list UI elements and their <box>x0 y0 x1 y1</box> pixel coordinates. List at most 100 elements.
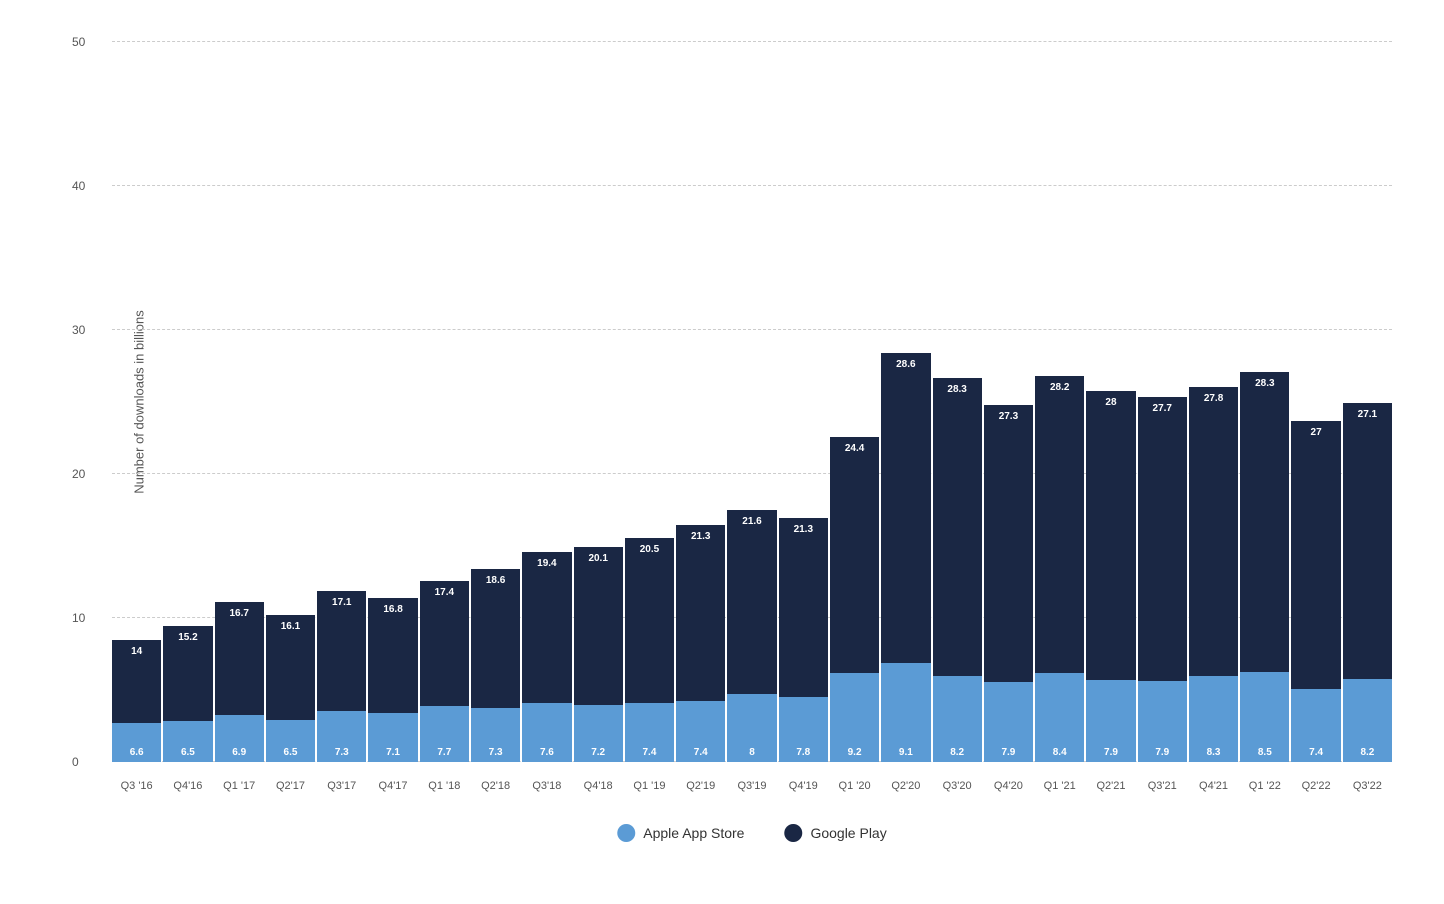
bar-google-label: 19.4 <box>522 558 571 569</box>
bar-google: 20.1 <box>574 547 623 705</box>
legend: Apple App Store Google Play <box>617 824 886 842</box>
x-tick-label: Q2'18 <box>471 780 520 792</box>
bar-apple: 8.3 <box>1189 676 1238 762</box>
x-tick-label: Q2'17 <box>266 780 315 792</box>
bar-google: 19.4 <box>522 552 571 703</box>
bar-apple-label: 7.4 <box>1291 747 1340 758</box>
bar-group: 20.57.4 <box>625 42 674 762</box>
bar-google: 28 <box>1086 391 1135 680</box>
bar-apple-label: 8.3 <box>1189 747 1238 758</box>
bar-apple-label: 6.9 <box>215 747 264 758</box>
bar-apple: 7.3 <box>471 708 520 762</box>
bar-stack: 17.17.3 <box>317 411 366 762</box>
bar-google: 24.4 <box>830 437 879 673</box>
bar-apple-label: 9.2 <box>830 747 879 758</box>
bar-apple: 7.4 <box>625 703 674 762</box>
bar-stack: 146.6 <box>112 465 161 762</box>
chart-area: Number of downloads in billions 146.615.… <box>112 42 1392 762</box>
bar-apple: 7.4 <box>676 701 725 762</box>
bar-group: 28.2 8.4 <box>1035 42 1084 762</box>
bar-group: 28.6 9.1 <box>881 42 930 762</box>
x-tick-label: Q1 '19 <box>625 780 674 792</box>
bar-stack: 27.88.3 <box>1189 242 1238 762</box>
x-tick-label: Q3'17 <box>317 780 366 792</box>
bar-stack: 287.9 <box>1086 245 1135 762</box>
bar-stack: 28.38.5 <box>1240 232 1289 762</box>
bar-google: 28.6 <box>881 353 930 664</box>
bar-google-label: 18.6 <box>471 575 520 586</box>
legend-google: Google Play <box>784 824 886 842</box>
bar-apple: 7.9 <box>1138 681 1187 762</box>
bar-stack: 28.38.2 <box>933 236 982 762</box>
bar-apple-label: 7.3 <box>317 747 366 758</box>
bar-group: 17.47.7 <box>420 42 469 762</box>
bar-group: 21.68 <box>727 42 776 762</box>
bar-google: 27.1 <box>1343 403 1392 679</box>
bar-stack: 21.37.4 <box>676 349 725 762</box>
bar-apple-label: 7.9 <box>984 747 1033 758</box>
bar-apple-label: 7.8 <box>779 747 828 758</box>
bar-google-label: 17.4 <box>420 587 469 598</box>
bar-google: 18.6 <box>471 569 520 708</box>
bar-group: 16.8 7.1 <box>368 42 417 762</box>
bar-group: 21.37.8 <box>779 42 828 762</box>
bar-group: 27.3 7.9 <box>984 42 1033 762</box>
bar-google-label: 27.1 <box>1343 409 1392 420</box>
bar-apple: 8.4 <box>1035 673 1084 762</box>
bar-google-label: 16.8 <box>368 604 417 615</box>
google-legend-label: Google Play <box>810 825 886 841</box>
apple-legend-dot <box>617 824 635 842</box>
bar-google: 15.2 <box>163 626 212 721</box>
bar-apple-label: 7.4 <box>625 747 674 758</box>
bar-apple: 6.5 <box>163 721 212 762</box>
bar-stack: 28.2 8.4 <box>1035 235 1084 762</box>
bar-apple-label: 6.5 <box>266 747 315 758</box>
bar-stack: 277.4 <box>1291 267 1340 762</box>
y-tick-label: 0 <box>72 755 79 769</box>
x-tick-label: Q3'21 <box>1138 780 1187 792</box>
bar-google-label: 28.6 <box>881 359 930 370</box>
bar-apple-label: 9.1 <box>881 747 930 758</box>
bar-stack: 27.3 7.9 <box>984 255 1033 762</box>
bar-google: 27.3 <box>984 405 1033 682</box>
bar-group: 16.1 6.5 <box>266 42 315 762</box>
x-tick-label: Q4'16 <box>163 780 212 792</box>
bar-google-label: 16.1 <box>266 621 315 632</box>
bar-google-label: 21.6 <box>727 516 776 527</box>
bar-stack: 20.57.4 <box>625 360 674 762</box>
bar-google: 16.8 <box>368 598 417 714</box>
bar-stack: 18.6 7.3 <box>471 389 520 762</box>
bar-google-label: 15.2 <box>163 632 212 643</box>
x-tick-label: Q4'17 <box>368 780 417 792</box>
bar-apple: 7.6 <box>522 703 571 762</box>
bar-google: 27 <box>1291 421 1340 688</box>
bar-apple-label: 8.2 <box>1343 747 1392 758</box>
bar-google: 17.4 <box>420 581 469 707</box>
bar-group: 27.1 8.2 <box>1343 42 1392 762</box>
bar-apple: 6.5 <box>266 720 315 762</box>
bar-google-label: 20.1 <box>574 553 623 564</box>
bar-apple-label: 8.4 <box>1035 747 1084 758</box>
bar-stack: 16.76.9 <box>215 422 264 762</box>
bar-apple-label: 7.1 <box>368 747 417 758</box>
bar-group: 27.88.3 <box>1189 42 1238 762</box>
y-tick-label: 30 <box>72 323 85 337</box>
bar-google: 28.2 <box>1035 376 1084 673</box>
x-tick-label: Q1 '20 <box>830 780 879 792</box>
chart-container: Number of downloads in billions 146.615.… <box>32 22 1412 882</box>
bar-apple: 8.2 <box>933 676 982 762</box>
bar-group: 20.17.2 <box>574 42 623 762</box>
x-tick-label: Q4'21 <box>1189 780 1238 792</box>
bar-apple: 9.1 <box>881 663 930 762</box>
y-tick-label: 40 <box>72 179 85 193</box>
bar-google: 28.3 <box>1240 372 1289 672</box>
x-tick-label: Q4'20 <box>984 780 1033 792</box>
bar-group: 287.9 <box>1086 42 1135 762</box>
y-tick-label: 50 <box>72 35 85 49</box>
x-tick-label: Q3'22 <box>1343 780 1392 792</box>
bar-apple-label: 7.9 <box>1086 747 1135 758</box>
x-tick-label: Q2'21 <box>1086 780 1135 792</box>
bar-google: 21.6 <box>727 510 776 694</box>
bar-apple-label: 8 <box>727 747 776 758</box>
google-legend-dot <box>784 824 802 842</box>
